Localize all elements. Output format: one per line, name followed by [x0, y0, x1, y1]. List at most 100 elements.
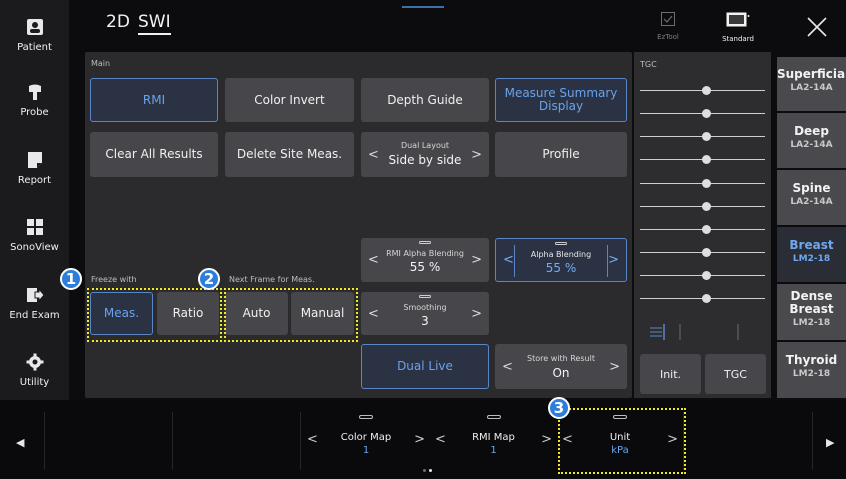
nav-patient[interactable]: Patient	[0, 18, 69, 78]
nav-end-exam[interactable]: End Exam	[0, 286, 69, 346]
measure-summary-display-button[interactable]: Measure Summary Display	[495, 78, 627, 122]
tgc-slider[interactable]	[640, 271, 765, 280]
top-drag-handle[interactable]	[402, 6, 444, 8]
report-icon	[27, 152, 42, 168]
chevron-right-icon[interactable]: >	[667, 432, 678, 447]
alpha-blending-stepper[interactable]: < Alpha Blending 55 % >	[495, 238, 627, 282]
nav-report-label: Report	[17, 175, 52, 186]
nav-sonoview[interactable]: SonoView	[0, 218, 69, 278]
probe-icon	[28, 84, 41, 100]
manual-button[interactable]: Manual	[291, 292, 354, 335]
nav-end-exam-label: End Exam	[9, 310, 60, 321]
mode-swi-tab[interactable]: SWI	[138, 12, 171, 35]
tgc-slider-knob[interactable]	[702, 179, 711, 188]
meas-button[interactable]: Meas.	[90, 292, 153, 335]
preset-transducer: LA2-14A	[790, 140, 833, 150]
left-navigation: Patient Probe Report SonoView End Exam U…	[0, 0, 69, 400]
chevron-right-icon[interactable]: >	[609, 359, 620, 374]
tgc-slider[interactable]	[640, 86, 765, 95]
page-dot-icon	[423, 469, 426, 472]
mode-2d-tab[interactable]: 2D	[106, 12, 130, 32]
preset-superficial[interactable]: Superficial LA2-14A	[777, 57, 846, 111]
chevron-right-icon[interactable]: >	[471, 253, 482, 268]
tgc-slider-knob[interactable]	[702, 132, 711, 141]
color-map-value: 1	[362, 445, 370, 456]
smoothing-stepper[interactable]: < Smoothing 3 >	[361, 292, 489, 335]
dual-live-button[interactable]: Dual Live	[361, 344, 489, 389]
dual-layout-caption: Dual Layout	[400, 141, 450, 150]
callout-badge-3: 3	[548, 397, 570, 419]
tgc-slider-knob[interactable]	[702, 248, 711, 257]
nav-probe[interactable]: Probe	[0, 83, 69, 143]
eztool-icon	[661, 12, 675, 26]
tgc-slider[interactable]	[640, 225, 765, 234]
freeze-with-label: Freeze with	[91, 275, 137, 284]
chevron-right-icon[interactable]: >	[414, 432, 425, 447]
preset-name: Dense Breast	[789, 289, 834, 316]
clear-all-results-button[interactable]: Clear All Results	[90, 132, 218, 177]
tgc-curve-icon	[650, 324, 739, 340]
tgc-slider-knob[interactable]	[702, 155, 711, 164]
tgc-slider-knob[interactable]	[702, 109, 711, 118]
preset-dense-breast[interactable]: Dense Breast LM2-18	[777, 284, 846, 340]
chevron-right-icon[interactable]: >	[608, 253, 619, 268]
tgc-slider-knob[interactable]	[702, 225, 711, 234]
preset-spine[interactable]: Spine LA2-14A	[777, 170, 846, 225]
bottom-divider	[300, 412, 301, 470]
color-invert-button[interactable]: Color Invert	[225, 78, 354, 122]
page-left-icon[interactable]: ◀	[16, 436, 24, 449]
rmi-alpha-blending-stepper[interactable]: < RMI Alpha Blending 55 % >	[361, 238, 489, 282]
tgc-slider[interactable]	[640, 109, 765, 118]
tgc-slider-knob[interactable]	[702, 86, 711, 95]
tgc-slider[interactable]	[640, 179, 765, 188]
preset-thyroid[interactable]: Thyroid LM2-18	[777, 342, 846, 398]
smoothing-value: 3	[421, 314, 429, 328]
bottom-divider	[44, 412, 45, 470]
nav-patient-label: Patient	[17, 42, 52, 53]
tgc-toggle-button[interactable]: TGC	[705, 354, 766, 394]
slider-tick-icon	[613, 415, 627, 419]
tgc-slider[interactable]	[640, 132, 765, 141]
slider-tick-icon	[419, 241, 431, 244]
tgc-slider[interactable]	[640, 202, 765, 211]
slider-tick-icon	[486, 415, 501, 419]
standard-button[interactable]: Standard	[712, 12, 764, 43]
dual-layout-stepper[interactable]: < Dual Layout Side by side >	[361, 132, 489, 177]
page-right-icon[interactable]: ▶	[826, 436, 834, 449]
store-with-result-stepper[interactable]: < Store with Result On >	[495, 344, 627, 389]
main-panel: Main RMI Color Invert Depth Guide Measur…	[85, 52, 632, 398]
preset-name: Superficial	[777, 67, 846, 81]
chevron-right-icon[interactable]: >	[541, 432, 552, 447]
profile-button[interactable]: Profile	[495, 132, 627, 177]
ratio-button[interactable]: Ratio	[157, 292, 219, 335]
nav-sonoview-label: SonoView	[10, 242, 59, 253]
tgc-slider-knob[interactable]	[702, 271, 711, 280]
tgc-slider[interactable]	[640, 294, 765, 303]
eztool-label: EzTool	[657, 33, 679, 41]
slider-tick-icon	[419, 295, 431, 298]
bottom-divider	[683, 412, 684, 470]
preset-breast[interactable]: Breast LM2-18	[777, 227, 846, 282]
rmi-map-control[interactable]: < RMI Map 1 >	[430, 412, 557, 470]
depth-guide-button[interactable]: Depth Guide	[361, 78, 489, 122]
tgc-slider-knob[interactable]	[702, 202, 711, 211]
eztool-button[interactable]: EzTool	[648, 11, 688, 41]
close-icon[interactable]	[806, 16, 828, 38]
chevron-right-icon[interactable]: >	[471, 306, 482, 321]
callout-badge-2: 2	[198, 268, 220, 290]
auto-button[interactable]: Auto	[225, 292, 288, 335]
nav-report[interactable]: Report	[0, 151, 69, 211]
rmi-button[interactable]: RMI	[90, 78, 218, 122]
delete-site-meas-button[interactable]: Delete Site Meas.	[225, 132, 354, 177]
tgc-slider[interactable]	[640, 155, 765, 164]
tgc-slider[interactable]	[640, 248, 765, 257]
unit-control[interactable]: < Unit kPa >	[557, 412, 683, 470]
patient-icon	[26, 19, 43, 35]
color-map-control[interactable]: < Color Map 1 >	[302, 412, 430, 470]
slider-tick-icon	[359, 415, 373, 419]
chevron-right-icon[interactable]: >	[471, 147, 482, 162]
tgc-slider-knob[interactable]	[702, 294, 711, 303]
dual-layout-value: Side by side	[388, 153, 462, 167]
tgc-init-button[interactable]: Init.	[640, 354, 701, 394]
preset-deep[interactable]: Deep LA2-14A	[777, 113, 846, 168]
